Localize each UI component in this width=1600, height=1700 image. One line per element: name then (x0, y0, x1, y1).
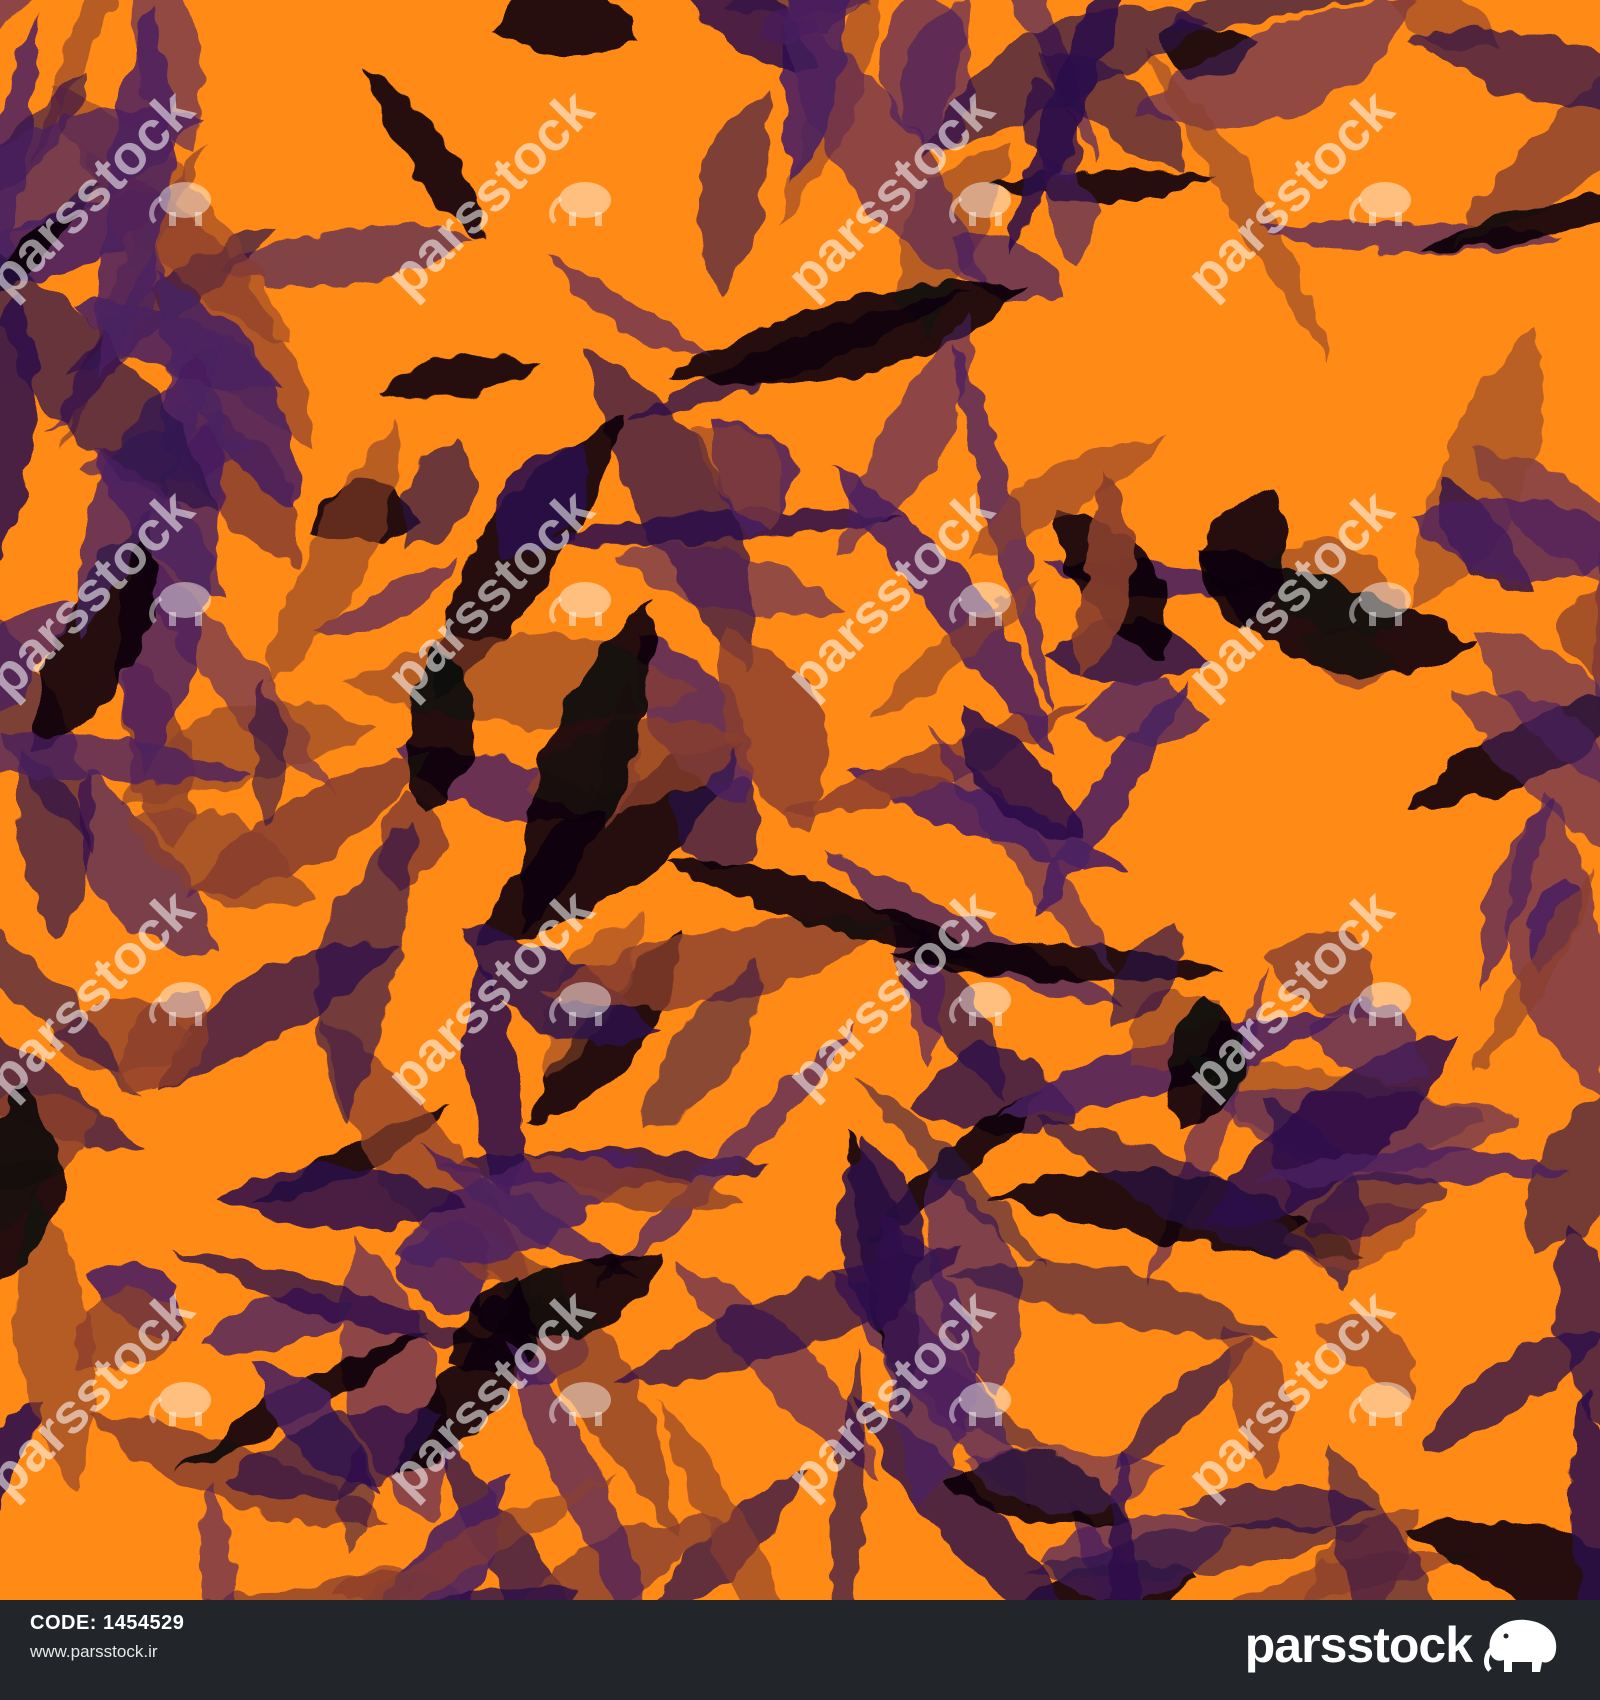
code-value: 1454529 (103, 1612, 185, 1634)
elephant-logo-icon (1484, 1619, 1557, 1672)
pattern-canvas: parsstock parsstock parsstock parsstockpars… (0, 0, 1600, 1600)
brand-logo: parsstock (1245, 1614, 1564, 1676)
image-code: CODE: 1454529 (30, 1612, 184, 1635)
brand-name: parsstock (1244, 1617, 1473, 1673)
code-label: CODE: (30, 1612, 97, 1634)
site-url[interactable]: www.parsstock.ir (30, 1642, 158, 1662)
pattern-artwork: parsstock parsstock parsstock parsstock pars… (0, 0, 1600, 1600)
footer-bar: CODE: 1454529 www.parsstock.ir parsstock (0, 1600, 1600, 1700)
